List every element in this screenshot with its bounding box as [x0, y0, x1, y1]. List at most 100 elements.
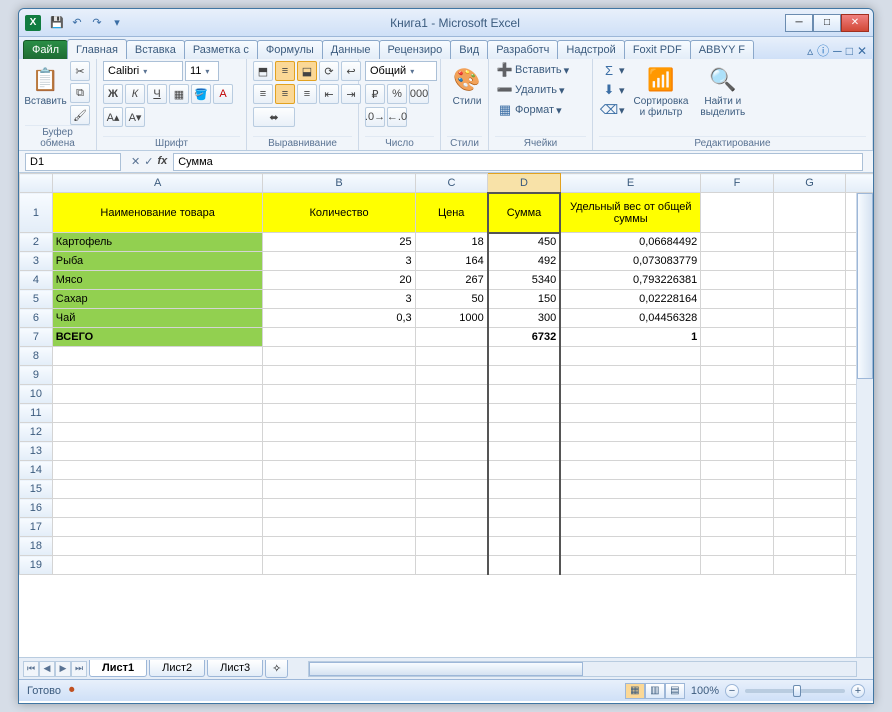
- cell[interactable]: [415, 404, 488, 423]
- cell[interactable]: [52, 385, 263, 404]
- align-left-icon[interactable]: ≡: [253, 84, 273, 104]
- copy-icon[interactable]: ⧉: [70, 83, 90, 103]
- fill-color-button[interactable]: 🪣: [191, 84, 211, 104]
- group-label-number[interactable]: Число: [365, 136, 434, 150]
- cell[interactable]: [263, 385, 415, 404]
- sheet-tab-3[interactable]: Лист3: [207, 660, 263, 677]
- cell[interactable]: [52, 366, 263, 385]
- zoom-level[interactable]: 100%: [691, 685, 719, 697]
- sheet-tab-1[interactable]: Лист1: [89, 660, 147, 677]
- cell[interactable]: [263, 442, 415, 461]
- cell[interactable]: 0,3: [263, 309, 415, 328]
- row-header[interactable]: 5: [20, 290, 53, 309]
- cell[interactable]: [415, 423, 488, 442]
- decrease-decimal-icon[interactable]: ←.0: [387, 107, 407, 127]
- cell[interactable]: [415, 328, 488, 347]
- decrease-indent-icon[interactable]: ⇤: [319, 84, 339, 104]
- bold-button[interactable]: Ж: [103, 84, 123, 104]
- cell[interactable]: 0,073083779: [560, 252, 700, 271]
- cancel-formula-icon[interactable]: ✕: [131, 155, 140, 168]
- increase-decimal-icon[interactable]: .0→: [365, 107, 385, 127]
- cell[interactable]: 5340: [488, 271, 561, 290]
- cell[interactable]: [773, 252, 846, 271]
- cell[interactable]: [488, 404, 561, 423]
- cell[interactable]: [701, 252, 774, 271]
- tab-page-layout[interactable]: Разметка с: [184, 40, 258, 59]
- cell[interactable]: [773, 556, 846, 575]
- zoom-in-button[interactable]: +: [851, 684, 865, 698]
- cell[interactable]: [488, 461, 561, 480]
- tab-foxit[interactable]: Foxit PDF: [624, 40, 691, 59]
- cell[interactable]: 450: [488, 233, 561, 252]
- cell[interactable]: [488, 442, 561, 461]
- cell[interactable]: [263, 461, 415, 480]
- cell[interactable]: 18: [415, 233, 488, 252]
- align-middle-icon[interactable]: ≡: [275, 61, 295, 81]
- cell[interactable]: 150: [488, 290, 561, 309]
- col-header-B[interactable]: B: [263, 174, 415, 193]
- font-family-combo[interactable]: Calibri▾: [103, 61, 183, 81]
- formula-input[interactable]: Сумма: [173, 153, 863, 171]
- cell[interactable]: [263, 423, 415, 442]
- cell[interactable]: [701, 347, 774, 366]
- cell[interactable]: [701, 480, 774, 499]
- cell[interactable]: [52, 499, 263, 518]
- wrap-text-icon[interactable]: ↩: [341, 61, 361, 81]
- cell[interactable]: Чай: [52, 309, 263, 328]
- group-label-alignment[interactable]: Выравнивание: [253, 136, 352, 150]
- cut-icon[interactable]: ✂: [70, 61, 90, 81]
- cell[interactable]: Удельный вес от общей суммы: [560, 193, 700, 233]
- cell[interactable]: [488, 518, 561, 537]
- cell[interactable]: [701, 385, 774, 404]
- cell[interactable]: [701, 271, 774, 290]
- cell[interactable]: [488, 556, 561, 575]
- tab-view[interactable]: Вид: [450, 40, 488, 59]
- cell[interactable]: [415, 347, 488, 366]
- row-header[interactable]: 8: [20, 347, 53, 366]
- col-header-G[interactable]: G: [773, 174, 846, 193]
- redo-icon[interactable]: ↷: [89, 15, 105, 31]
- tab-file[interactable]: Файл: [23, 40, 68, 59]
- cell[interactable]: [701, 404, 774, 423]
- cell[interactable]: [560, 404, 700, 423]
- view-page-break-icon[interactable]: ▤: [665, 683, 685, 699]
- doc-close-icon[interactable]: ✕: [857, 44, 867, 58]
- col-header-A[interactable]: A: [52, 174, 263, 193]
- cell[interactable]: [263, 366, 415, 385]
- name-box[interactable]: D1: [25, 153, 121, 171]
- cell[interactable]: [560, 347, 700, 366]
- group-label-editing[interactable]: Редактирование: [599, 136, 866, 150]
- cell[interactable]: [701, 556, 774, 575]
- cell[interactable]: Мясо: [52, 271, 263, 290]
- sheet-nav-last-icon[interactable]: ⏭: [71, 661, 87, 677]
- cell[interactable]: [263, 480, 415, 499]
- vscroll-thumb[interactable]: [857, 193, 873, 379]
- row-header[interactable]: 1: [20, 193, 53, 233]
- cell[interactable]: [488, 385, 561, 404]
- cell[interactable]: ВСЕГО: [52, 328, 263, 347]
- horizontal-scrollbar[interactable]: [308, 661, 857, 677]
- cell[interactable]: [52, 537, 263, 556]
- cell[interactable]: Сахар: [52, 290, 263, 309]
- row-header[interactable]: 15: [20, 480, 53, 499]
- zoom-thumb[interactable]: [793, 685, 801, 697]
- ribbon-minimize-icon[interactable]: ▵: [807, 44, 813, 58]
- cell[interactable]: [701, 309, 774, 328]
- cell[interactable]: Рыба: [52, 252, 263, 271]
- tab-abbyy[interactable]: ABBYY F: [690, 40, 754, 59]
- cell[interactable]: [52, 480, 263, 499]
- cell[interactable]: [415, 480, 488, 499]
- group-label-cells[interactable]: Ячейки: [495, 136, 586, 150]
- cell[interactable]: [263, 518, 415, 537]
- row-header[interactable]: 9: [20, 366, 53, 385]
- cell[interactable]: 0,02228164: [560, 290, 700, 309]
- group-label-font[interactable]: Шрифт: [103, 136, 240, 150]
- cell[interactable]: 492: [488, 252, 561, 271]
- tab-insert[interactable]: Вставка: [126, 40, 185, 59]
- row-header[interactable]: 12: [20, 423, 53, 442]
- cell[interactable]: [773, 537, 846, 556]
- col-header-D[interactable]: D: [488, 174, 561, 193]
- cell[interactable]: [263, 537, 415, 556]
- tab-data[interactable]: Данные: [322, 40, 380, 59]
- cell[interactable]: Наименование товара: [52, 193, 263, 233]
